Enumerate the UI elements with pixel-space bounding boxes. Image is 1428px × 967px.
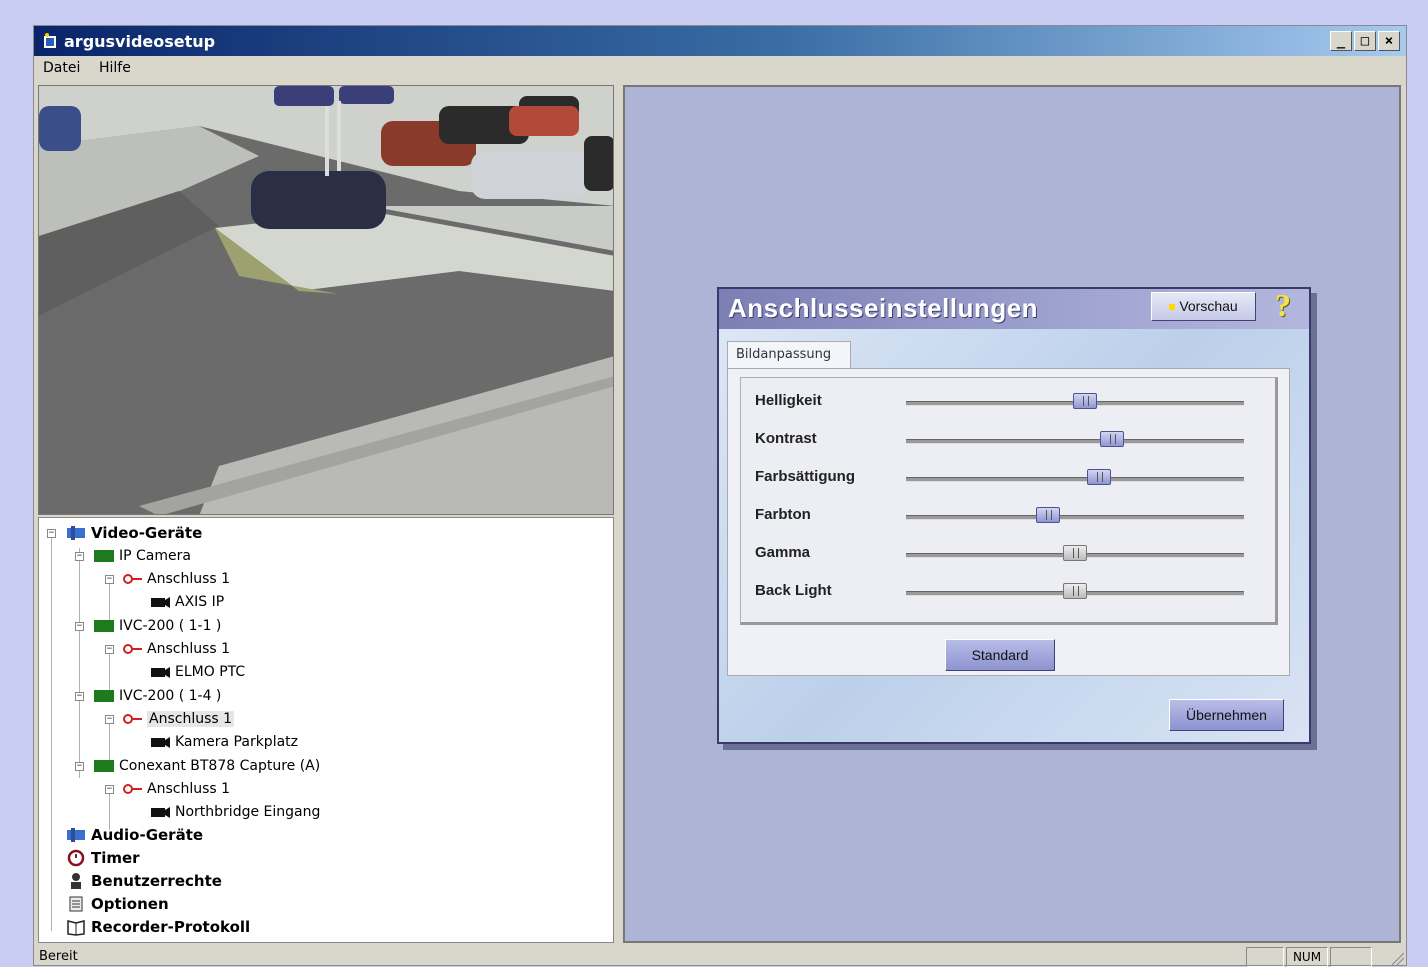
tree-item-video-devices[interactable]: Video-Geräte [65,523,202,543]
port-icon [123,574,142,584]
slider-label-gamma: Gamma [755,544,811,561]
clock-icon [67,849,85,867]
preview-button[interactable]: Vorschau [1151,292,1256,321]
tree-item-conexant-cam[interactable]: Northbridge Eingang [149,802,320,822]
options-icon [69,896,83,912]
tree-item-conexant[interactable]: Conexant BT878 Capture (A) [93,756,320,776]
tree-item-audio-devices[interactable]: Audio-Geräte [65,825,203,845]
tree-item-conexant-port[interactable]: Anschluss 1 [121,779,230,799]
standard-button[interactable]: Standard [945,639,1055,671]
audio-devices-icon [67,828,85,842]
tree-item-ip-camera[interactable]: IP Camera [93,546,191,566]
expander-conexant[interactable]: − [75,762,84,771]
capture-card-icon [94,760,114,772]
slider-label-back-light: Back Light [755,582,832,599]
expander-ivc1[interactable]: − [75,622,84,631]
slider-label-brightness: Helligkeit [755,392,822,409]
port-settings-dialog: Anschlusseinstellungen Vorschau ? Bildan… [717,287,1311,744]
tree-item-user-rights[interactable]: Benutzerrechte [65,871,222,891]
slider-group: Helligkeit Kontrast Farbsättigung Farbto… [740,377,1278,625]
slider-label-hue: Farbton [755,506,811,523]
saturation-slider-thumb[interactable] [1086,469,1111,485]
tree-item-ivc1-port[interactable]: Anschluss 1 [121,639,230,659]
back-light-slider-thumb[interactable] [1063,583,1087,599]
user-icon [71,873,81,889]
port-icon [123,644,142,654]
hue-slider[interactable] [906,507,1244,523]
capture-card-icon [94,620,114,632]
preview-indicator-icon [1169,304,1176,311]
tab-panel: Helligkeit Kontrast Farbsättigung Farbto… [727,368,1290,676]
back-light-slider[interactable] [906,583,1244,599]
capture-card-icon [94,550,114,562]
status-text: Bereit [39,949,78,964]
camera-icon [151,597,170,608]
expander-ip-port[interactable]: − [105,575,114,584]
status-bar: Bereit NUM [34,943,1406,967]
brightness-slider[interactable] [906,393,1244,409]
camera-preview [38,85,614,515]
app-icon [44,33,56,48]
brightness-slider-thumb[interactable] [1073,393,1098,409]
menu-help[interactable]: Hilfe [99,60,131,76]
resize-grip-icon[interactable] [1388,949,1404,965]
status-panel-1 [1246,947,1284,967]
dialog-header: Anschlusseinstellungen Vorschau ? [719,287,1309,329]
tree-item-ivc2-cam[interactable]: Kamera Parkplatz [149,732,298,752]
hue-slider-thumb[interactable] [1035,507,1060,523]
tree-item-ivc1-cam[interactable]: ELMO PTC [149,662,245,682]
saturation-slider[interactable] [906,469,1244,485]
port-icon [123,784,142,794]
settings-pane: Anschlusseinstellungen Vorschau ? Bildan… [623,85,1401,943]
gamma-slider-thumb[interactable] [1063,545,1087,561]
status-panel-3 [1330,947,1372,967]
status-num: NUM [1286,947,1328,967]
minimize-button[interactable]: _ [1330,31,1352,51]
camera-icon [151,807,170,818]
menu-file[interactable]: Datei [43,60,80,76]
menu-bar: Datei Hilfe [34,56,1406,82]
port-icon [123,714,142,724]
window-title: argusvideosetup [64,32,216,51]
maximize-button[interactable]: □ [1354,31,1376,51]
tree-item-ivc1[interactable]: IVC-200 ( 1-1 ) [93,616,221,636]
help-icon[interactable]: ? [1275,287,1291,324]
tree-item-ivc2-port[interactable]: Anschluss 1 [121,709,235,729]
capture-card-icon [94,690,114,702]
tree-item-ip-cam[interactable]: AXIS IP [149,592,224,612]
expander-video-devices[interactable]: − [47,529,56,538]
expander-ip-camera[interactable]: − [75,552,84,561]
main-window: argusvideosetup _ □ × Datei Hilfe − Vide… [33,25,1407,967]
log-book-icon [67,920,85,936]
slider-label-contrast: Kontrast [755,430,817,447]
contrast-slider[interactable] [906,431,1244,447]
tree-item-ivc2[interactable]: IVC-200 ( 1-4 ) [93,686,221,706]
expander-ivc2[interactable]: − [75,692,84,701]
gamma-slider[interactable] [906,545,1244,561]
video-devices-icon [67,526,85,540]
camera-image [39,86,613,514]
close-button[interactable]: × [1378,31,1400,51]
tree-item-recorder-log[interactable]: Recorder-Protokoll [65,917,250,937]
expander-ivc2-port[interactable]: − [105,715,114,724]
expander-ivc1-port[interactable]: − [105,645,114,654]
contrast-slider-thumb[interactable] [1100,431,1125,447]
slider-label-saturation: Farbsättigung [755,468,855,485]
device-tree: − Video-Geräte − IP Camera − Anschluss 1… [38,517,614,943]
tree-item-options[interactable]: Optionen [65,894,169,914]
tab-image-adjustment[interactable]: Bildanpassung [727,341,851,369]
expander-conexant-port[interactable]: − [105,785,114,794]
tree-item-timer[interactable]: Timer [65,848,140,868]
camera-icon [151,667,170,678]
dialog-title: Anschlusseinstellungen [728,293,1039,323]
camera-icon [151,737,170,748]
apply-button[interactable]: Übernehmen [1169,699,1284,731]
title-bar[interactable]: argusvideosetup _ □ × [34,26,1406,56]
tree-item-ip-port[interactable]: Anschluss 1 [121,569,230,589]
